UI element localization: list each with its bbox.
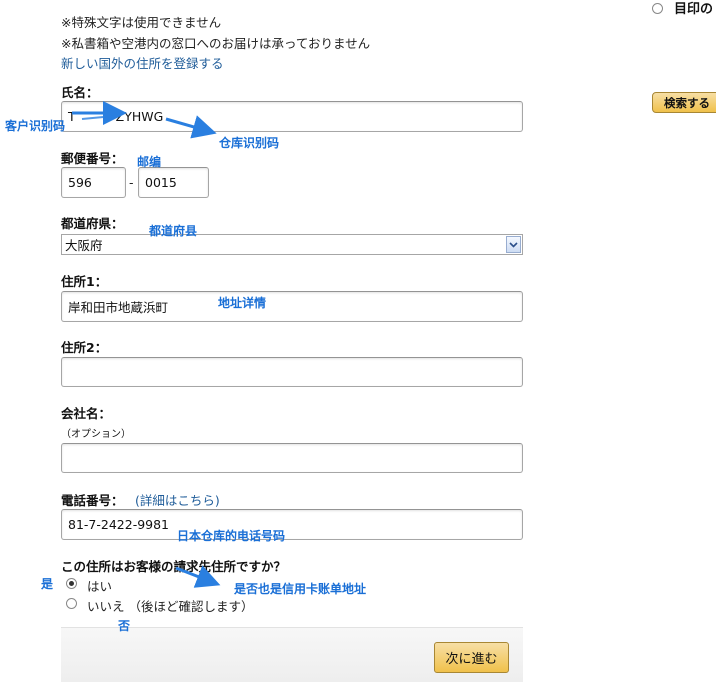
search-button[interactable]: 検索する [652,92,716,113]
name-value-suffix: ZYHWG [115,109,164,124]
chevron-down-icon[interactable] [506,236,521,253]
postal-part2-value: 0015 [145,175,177,190]
notice-special-chars: ※特殊文字は使用できません [61,15,222,30]
annotation-warehouse-phone: 日本仓库的电话号码 [177,529,286,543]
annotation-billing-note: 是否也是信用卡账单地址 [234,582,367,596]
postal-label: 郵便番号： [61,151,124,166]
name-label: 氏名： [61,85,99,100]
annotation-prefecture: 都道府县 [149,224,198,238]
company-label: 会社名： [61,406,112,421]
prefecture-select[interactable]: 大阪府 [61,234,523,255]
annotation-yes: 是 [41,577,54,591]
billing-question: この住所はお客様の請求先住所ですか？ [61,559,287,574]
register-foreign-address-link[interactable]: 新しい国外の住所を登録する [61,53,224,72]
annotation-warehouse-code: 仓库识别码 [219,136,280,150]
next-button[interactable]: 次に進む [434,642,509,673]
prefecture-label: 都道府県： [61,216,124,231]
company-input[interactable] [61,443,523,473]
address1-label: 住所1： [61,274,108,289]
company-optional-note: （オプション） [61,429,131,440]
address1-value: 岸和田市地蔵浜町 [68,300,169,315]
annotation-no: 否 [118,619,131,633]
annotation-customer-code: 客户识别码 [5,119,66,133]
postal-code-part1-input[interactable]: 596 [61,167,126,198]
phone-details-link[interactable]: (詳細はこちら) [135,490,220,509]
billing-yes-radio[interactable] [66,578,77,589]
postal-code-part2-input[interactable]: 0015 [138,167,209,198]
phone-value: 81-7-2422-9981 [68,517,170,532]
address2-label: 住所2： [61,340,108,355]
billing-no-label: いいえ （後ほど確認します） [87,599,254,614]
phone-label: 電話番号： [61,493,124,508]
billing-no-radio[interactable] [66,598,77,609]
annotation-address-detail: 地址详情 [218,296,267,310]
name-input[interactable]: T ZYHWG [61,101,523,132]
prefecture-value: 大阪府 [65,238,103,253]
name-value-prefix: T [68,109,76,124]
annotation-zip: 邮编 [137,155,162,169]
notice-po-box: ※私書箱や空港内の窓口へのお届けは承っておりません [61,36,371,51]
address1-input[interactable]: 岸和田市地蔵浜町 [61,291,523,322]
postal-separator: - [129,175,134,190]
shipping-option-radio[interactable] [652,3,663,14]
shipping-option-label: 目印の [674,2,714,17]
address2-input[interactable] [61,357,523,387]
postal-part1-value: 596 [68,175,92,190]
billing-yes-label: はい [87,579,113,594]
phone-input[interactable]: 81-7-2422-9981 [61,509,523,540]
